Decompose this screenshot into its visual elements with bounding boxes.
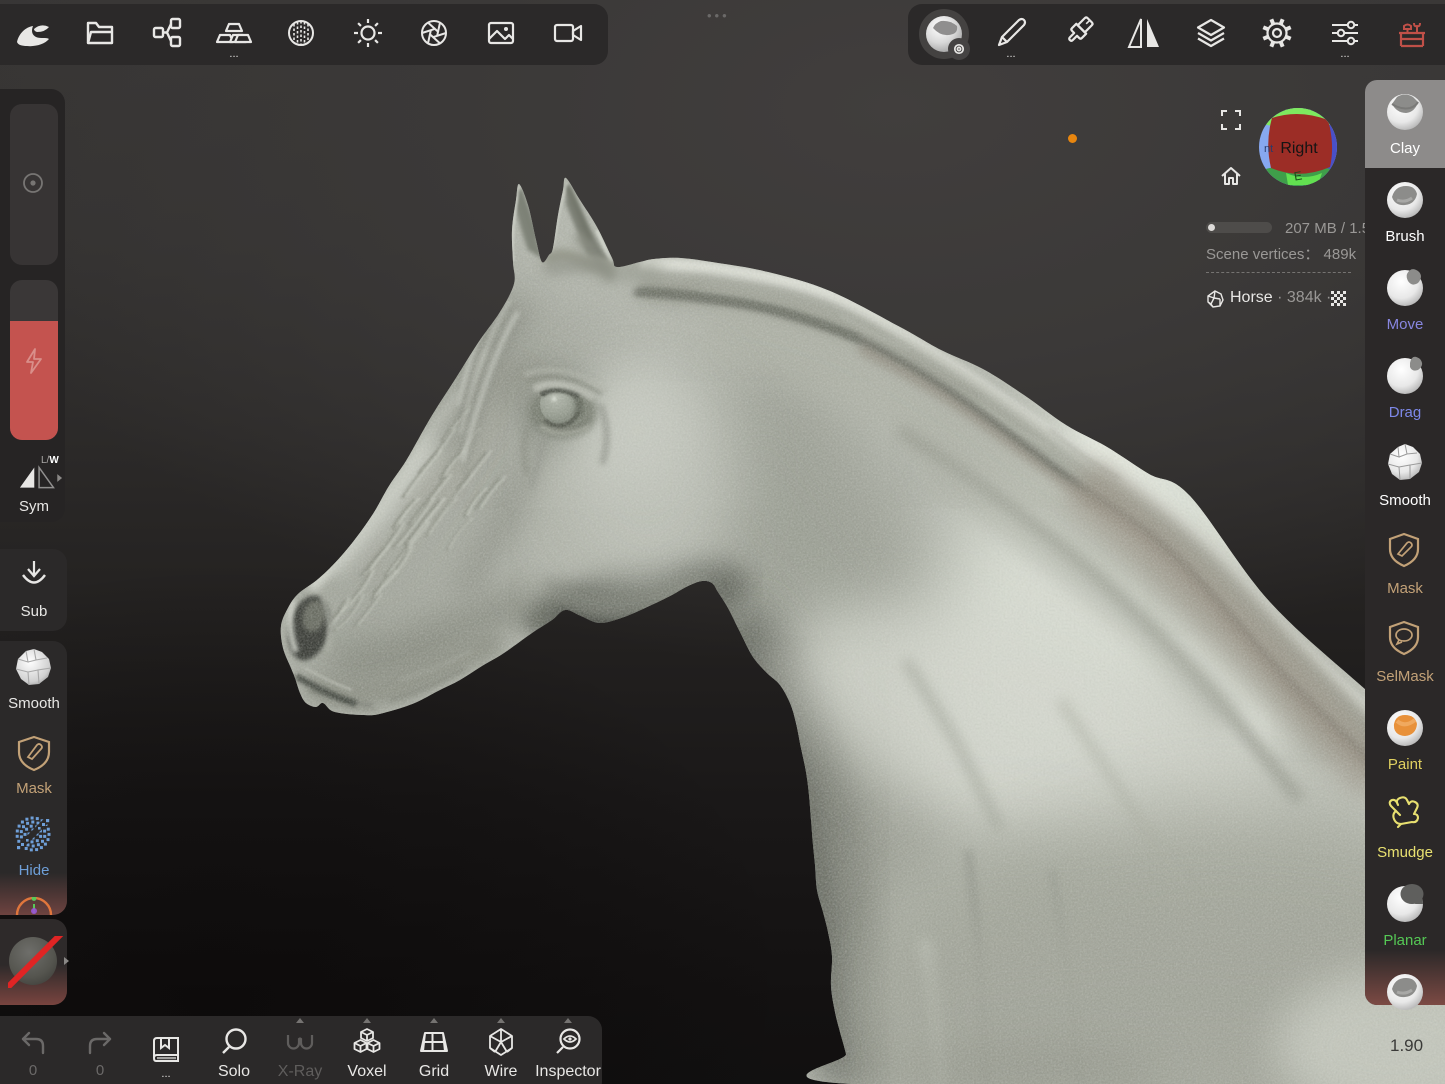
svg-text:Drag: Drag bbox=[1389, 404, 1422, 421]
svg-text:Paint: Paint bbox=[1388, 756, 1423, 773]
svg-text:Right: Right bbox=[1280, 140, 1318, 157]
svg-text:nt: nt bbox=[1264, 143, 1273, 155]
svg-text:Smudge: Smudge bbox=[1377, 844, 1433, 861]
svg-text:Mask: Mask bbox=[1387, 580, 1423, 597]
svg-text:Move: Move bbox=[1387, 316, 1424, 333]
svg-text:Brush: Brush bbox=[1385, 228, 1424, 245]
svg-text:Smooth: Smooth bbox=[1379, 492, 1431, 509]
svg-text:Planar: Planar bbox=[1383, 932, 1426, 949]
svg-text:SelMask: SelMask bbox=[1376, 668, 1434, 685]
svg-text:Clay: Clay bbox=[1390, 140, 1421, 157]
